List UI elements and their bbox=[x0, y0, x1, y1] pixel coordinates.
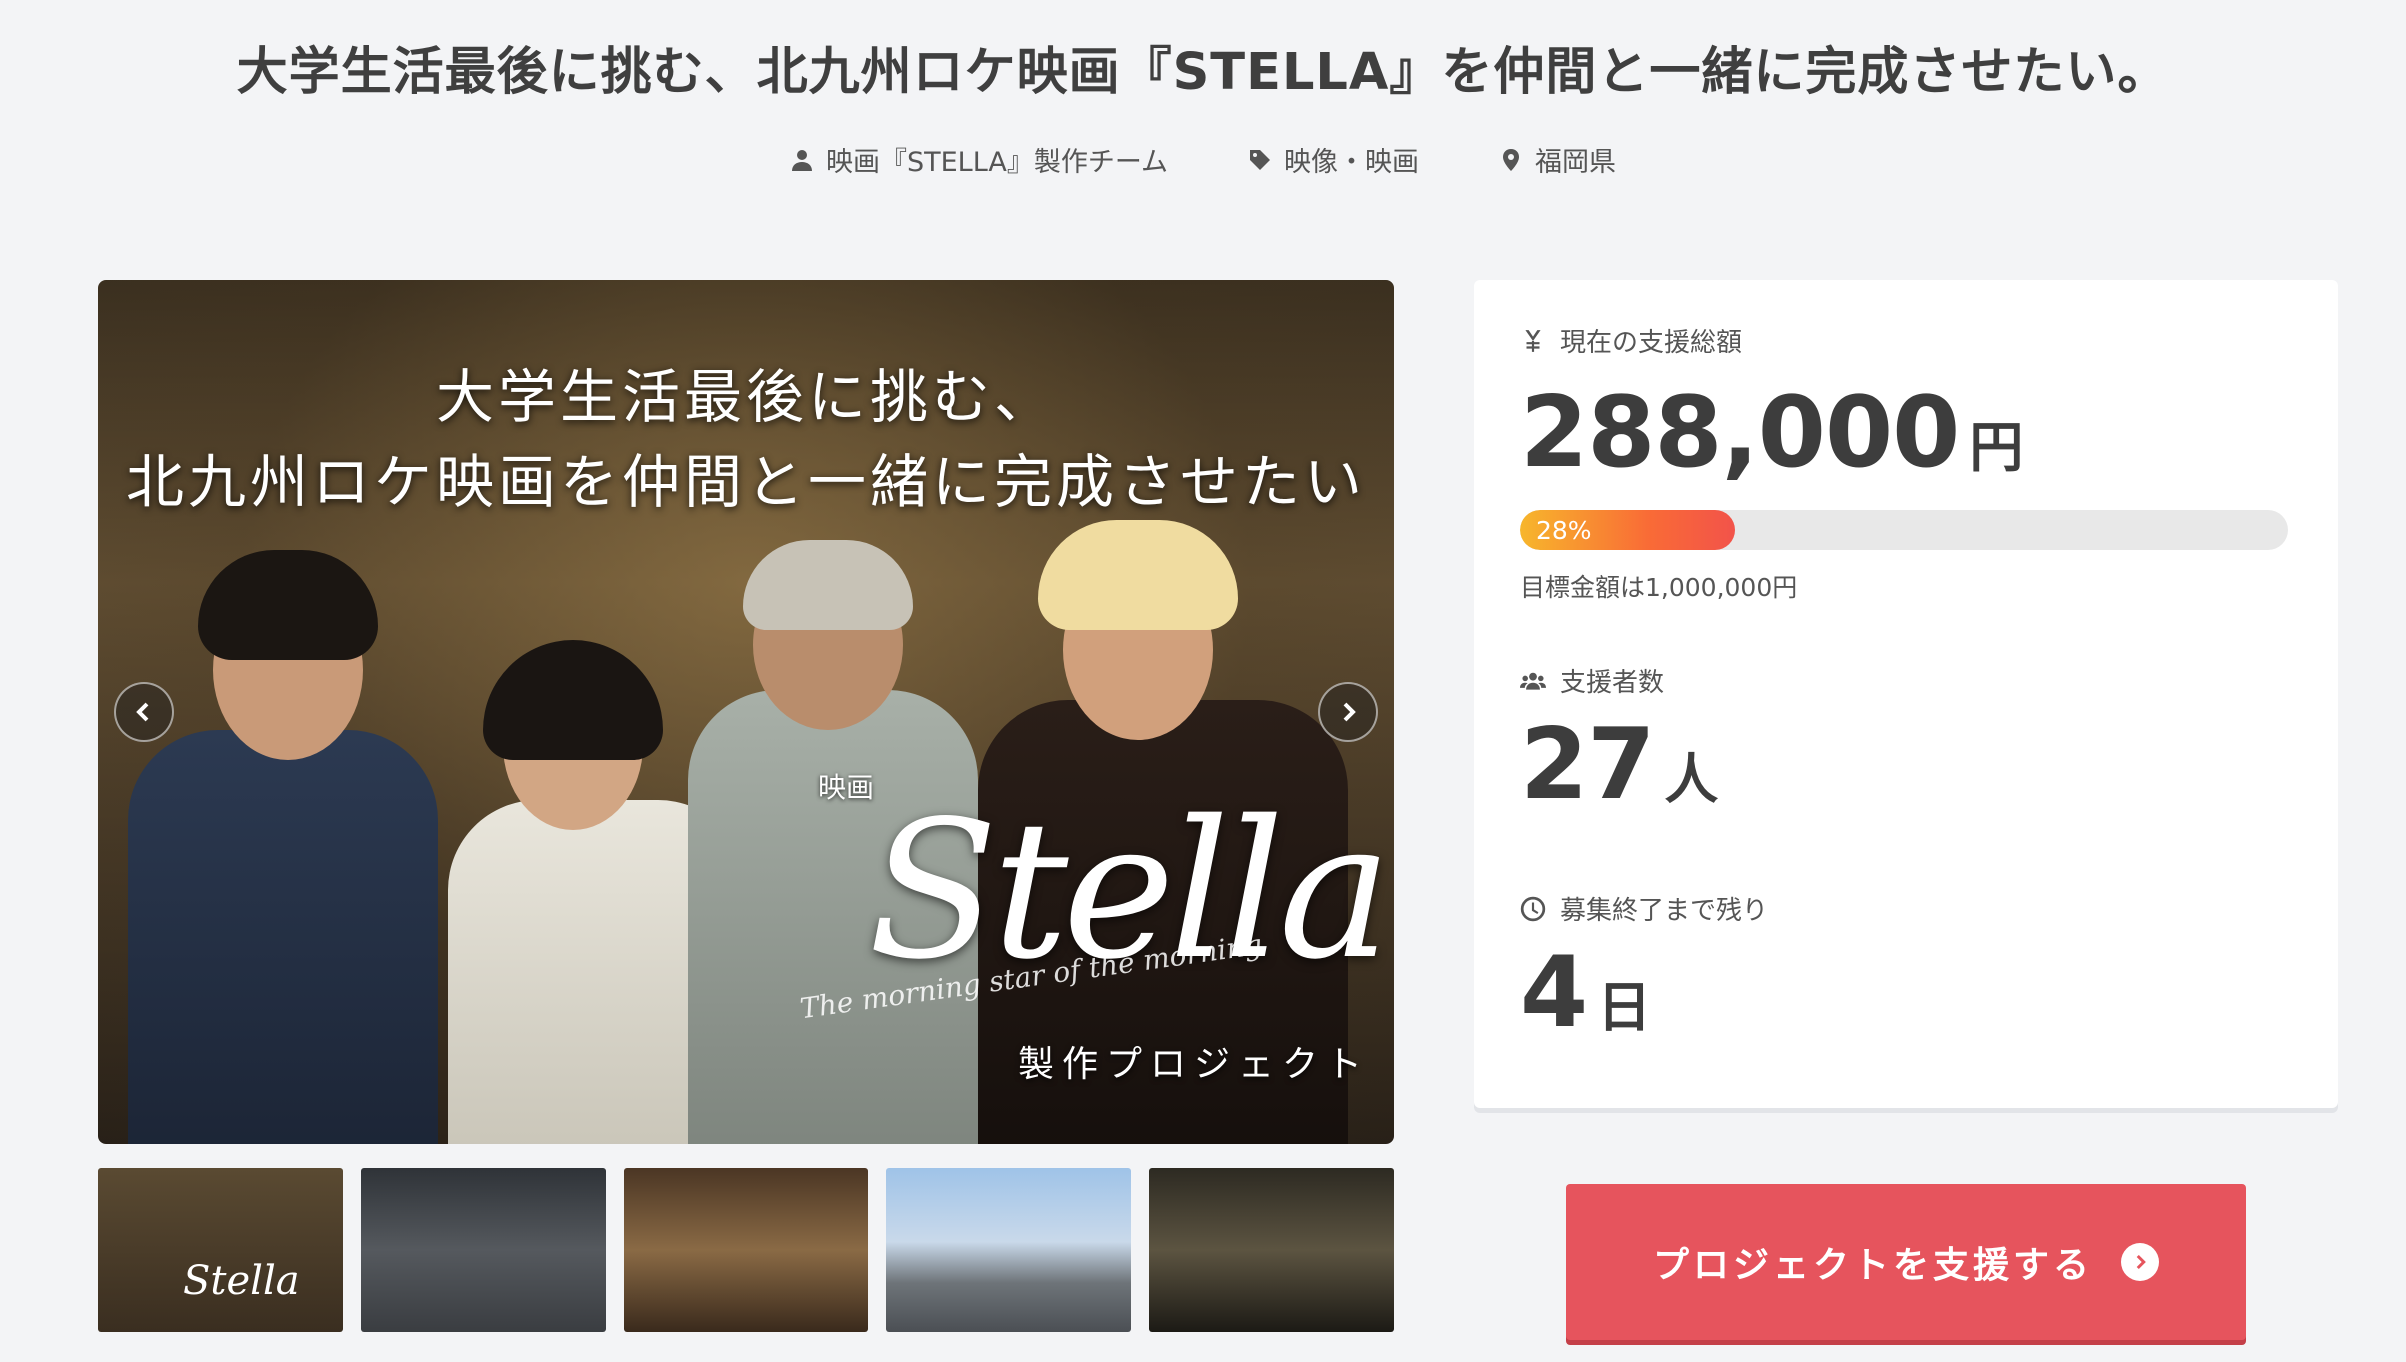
remaining-value: 4 bbox=[1520, 936, 1588, 1050]
yen-icon bbox=[1525, 329, 1541, 352]
owner-link[interactable]: 映画『STELLA』製作チーム bbox=[790, 140, 1168, 179]
supporters-unit: 人 bbox=[1664, 748, 1718, 811]
amount-label-row: 現在の支援総額 bbox=[1520, 322, 1742, 359]
carousel-prev-button[interactable] bbox=[114, 682, 174, 742]
hero-heading-line-2: 北九州ロケ映画を仲間と一緒に完成させたい bbox=[125, 448, 1366, 516]
supporters-label-row: 支援者数 bbox=[1520, 662, 1664, 699]
progress-fill: 28% bbox=[1520, 510, 1736, 550]
location-link[interactable]: 福岡県 bbox=[1499, 140, 1616, 179]
tag-icon bbox=[1250, 149, 1271, 170]
category-link[interactable]: 映像・映画 bbox=[1248, 140, 1419, 179]
location-name: 福岡県 bbox=[1535, 147, 1617, 178]
hero-heading-line-1: 大学生活最後に挑む、 bbox=[435, 363, 1056, 431]
supporters-value: 27 bbox=[1520, 708, 1655, 822]
project-meta: 映画『STELLA』製作チーム 映像・映画 福岡県 bbox=[0, 140, 2406, 179]
remaining-total: 4日 bbox=[1520, 936, 1651, 1050]
owner-name: 映画『STELLA』製作チーム bbox=[825, 147, 1169, 178]
main-image: 大学生活最後に挑む、 北九州ロケ映画を仲間と一緒に完成させたい 映画 Stell… bbox=[98, 280, 1394, 1144]
clock-icon bbox=[1520, 896, 1546, 921]
arrow-circle-right-icon bbox=[2121, 1243, 2159, 1281]
amount-total: 288,000 円 bbox=[1520, 376, 2023, 490]
page-title: 大学生活最後に挑む、北九州ロケ映画『STELLA』を仲間と一緒に完成させたい。 bbox=[236, 43, 2170, 102]
supporters-total: 27 人 bbox=[1520, 708, 1718, 822]
thumbnail-strip: Stella bbox=[98, 1168, 1394, 1332]
supporters-label: 支援者数 bbox=[1560, 668, 1665, 698]
thumbnail-4[interactable] bbox=[886, 1168, 1132, 1332]
chevron-left-icon bbox=[136, 702, 149, 722]
user-icon bbox=[791, 149, 812, 171]
funding-progress-bar: 28% bbox=[1520, 510, 2288, 550]
amount-value: 288,000 bbox=[1520, 376, 1960, 490]
support-project-button[interactable]: プロジェクトを支援する bbox=[1566, 1184, 2246, 1340]
goal-amount: 目標金額は1,000,000円 bbox=[1520, 573, 1798, 602]
amount-unit: 円 bbox=[1969, 416, 2023, 479]
thumbnail-2[interactable] bbox=[360, 1168, 606, 1332]
thumbnail-logo: Stella bbox=[183, 1258, 300, 1304]
remaining-label: 募集終了まで残り bbox=[1560, 896, 1769, 926]
amount-label: 現在の支援総額 bbox=[1560, 328, 1743, 358]
map-pin-icon bbox=[1503, 148, 1520, 171]
stats-card: 現在の支援総額 288,000 円 28% 目標金額は1,000,000円 支援者… bbox=[1474, 280, 2338, 1108]
remaining-label-row: 募集終了まで残り bbox=[1520, 890, 1768, 927]
hero-project-label: 製作プロジェクト bbox=[1018, 1044, 1371, 1085]
thumbnail-1[interactable]: Stella bbox=[98, 1168, 343, 1332]
users-icon bbox=[1520, 672, 1546, 690]
thumbnail-5[interactable] bbox=[1149, 1168, 1394, 1332]
chevron-right-icon bbox=[1343, 702, 1356, 722]
carousel-next-button[interactable] bbox=[1318, 682, 1378, 742]
hero-film-label: 映画 bbox=[818, 771, 875, 804]
remaining-unit: 日 bbox=[1597, 976, 1651, 1039]
thumbnail-3[interactable] bbox=[623, 1168, 869, 1332]
category-name: 映像・映画 bbox=[1284, 147, 1420, 178]
support-button-label: プロジェクトを支援する bbox=[1652, 1245, 2093, 1286]
